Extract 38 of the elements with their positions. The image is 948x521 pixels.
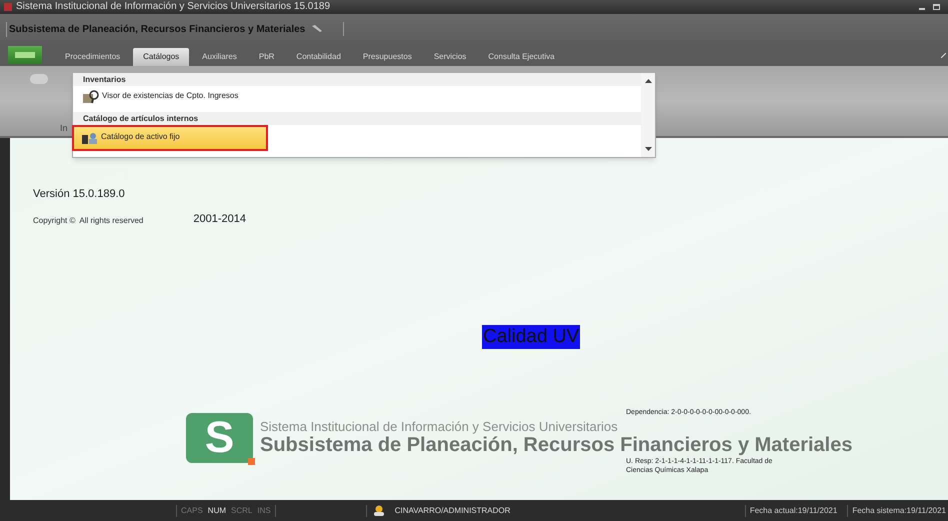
- system-name: Sistema Institucional de Información y Servicios Universitarios: [260, 420, 619, 434]
- copyright-text: Copyright © All rights reserved: [33, 215, 144, 227]
- window-title: Sistema Institucional de Información y Servicios Universitarios 15.0189: [16, 2, 330, 12]
- current-date: Fecha actual:19/11/2021: [744, 504, 838, 516]
- menu-tab[interactable]: Procedimientos: [56, 48, 130, 66]
- menu-tab[interactable]: Auxiliares: [193, 48, 246, 66]
- user-name: CINAVARRO/ADMINISTRADOR: [394, 504, 510, 516]
- menu-group-heading: Catálogo de artículos internos: [73, 112, 641, 125]
- logo: S: [186, 413, 253, 463]
- quality-badge: Calidad UV: [482, 325, 580, 349]
- key-indicator: INS: [257, 504, 271, 516]
- user-icon: [372, 505, 385, 516]
- menu-item[interactable]: Catálogo de activo fijo: [72, 125, 268, 151]
- scrollbar[interactable]: [641, 73, 655, 157]
- years-text: 2001-2014: [193, 212, 246, 226]
- menu-tab[interactable]: Presupuestos: [354, 48, 421, 66]
- menu-tab[interactable]: Consulta Ejecutiva: [479, 48, 564, 66]
- menu-tab[interactable]: Servicios: [424, 48, 476, 66]
- magnifier-icon: [83, 90, 99, 104]
- menu-tab[interactable]: PbR: [250, 48, 284, 66]
- key-indicator: SCRL: [231, 504, 252, 516]
- home-button[interactable]: [8, 46, 42, 64]
- version-text: Versión 15.0.189.0: [33, 187, 126, 202]
- key-indicator: CAPS: [181, 504, 203, 516]
- menu-tab[interactable]: Catálogos: [133, 48, 190, 66]
- maximize-icon[interactable]: [933, 4, 940, 10]
- subsystem-title: Subsistema de Planeación, Recursos Financieros y Materiales: [6, 22, 306, 36]
- app-icon: [4, 3, 12, 11]
- scroll-up-icon[interactable]: [644, 79, 652, 83]
- system-date: Fecha sistema:19/11/2021: [847, 504, 946, 516]
- menu-tab[interactable]: Contabilidad: [287, 48, 350, 66]
- subsystem-name: Subsistema de Planeación, Recursos Financieros y Materiales: [260, 434, 852, 456]
- document-person-icon: [82, 131, 98, 145]
- menu-group-heading: Inventarios: [73, 73, 641, 86]
- ribbon-label: In: [60, 122, 68, 135]
- scroll-down-icon[interactable]: [644, 147, 652, 151]
- key-indicator: NUM: [208, 504, 226, 516]
- collapse-icon[interactable]: [941, 53, 946, 58]
